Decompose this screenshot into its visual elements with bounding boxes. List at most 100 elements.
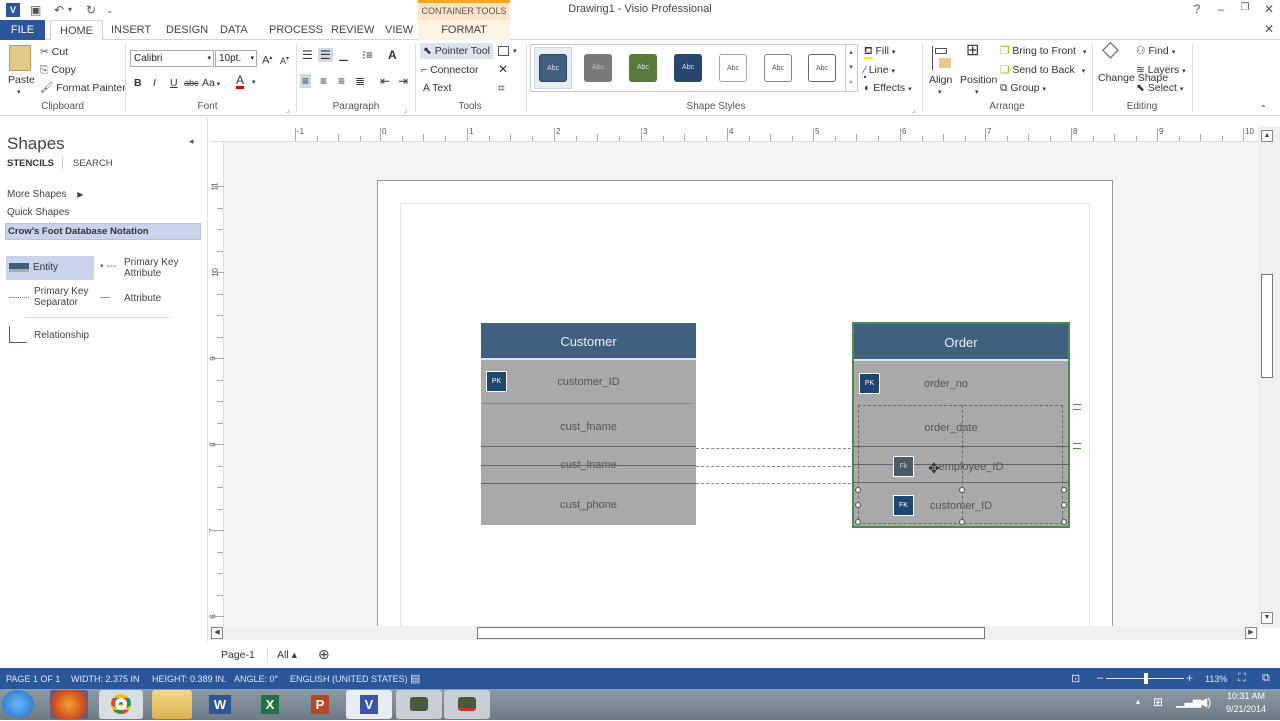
position-dropdown-icon[interactable]: ▾ xyxy=(975,86,979,100)
attribute[interactable]: order_date xyxy=(834,422,1068,434)
rectangle-tool-button[interactable] xyxy=(498,46,509,56)
zoom-slider-thumb[interactable] xyxy=(1144,673,1148,684)
pk-separator[interactable] xyxy=(483,403,692,404)
presentation-mode-icon[interactable]: ⊡ xyxy=(1071,672,1080,685)
increase-indent-button[interactable]: ⇥ xyxy=(398,74,408,88)
add-page-icon[interactable]: ⊕ xyxy=(318,646,330,663)
align-button[interactable]: Align xyxy=(929,73,952,87)
taskbar-visio[interactable]: V xyxy=(346,690,392,719)
taskbar-powerpoint[interactable]: P xyxy=(300,690,340,719)
scroll-up-button[interactable]: ▲ xyxy=(1261,130,1273,142)
paste-button[interactable]: Paste xyxy=(8,73,35,87)
start-button[interactable] xyxy=(2,690,34,718)
volume-icon[interactable]: ◀) xyxy=(1198,695,1211,709)
entity-title[interactable]: Order xyxy=(854,324,1068,361)
italic-button[interactable]: I xyxy=(153,76,156,90)
tab-search[interactable]: SEARCH xyxy=(73,158,113,169)
line-button[interactable]: ⁄ Line ▾ xyxy=(864,63,895,79)
fk-attribute[interactable]: customer_ID xyxy=(854,500,1068,512)
align-bottom-button[interactable]: ⚊ xyxy=(338,50,349,64)
status-height[interactable]: HEIGHT: 0.389 IN. xyxy=(152,674,227,684)
tab-view[interactable]: VIEW xyxy=(376,20,422,40)
entity-title[interactable]: Customer xyxy=(481,323,696,360)
font-color-button[interactable]: A xyxy=(236,74,245,89)
drawing-canvas[interactable]: Customer PK customer_ID cust_fname cust_… xyxy=(224,142,1258,628)
taskbar-excel[interactable]: X xyxy=(250,690,290,719)
cut-button[interactable]: ✂ Cut xyxy=(40,45,68,59)
pk-attribute[interactable]: customer_ID xyxy=(481,376,696,388)
switch-windows-icon[interactable]: ⧉ xyxy=(1262,672,1270,685)
align-middle-button[interactable]: ☰ xyxy=(318,48,333,62)
attribute[interactable]: cust_fname xyxy=(481,421,696,433)
connection-point-icon[interactable]: ✕ xyxy=(498,62,508,76)
tab-home[interactable]: HOME xyxy=(50,20,103,41)
text-direction-button[interactable]: A xyxy=(388,48,397,62)
grow-font-button[interactable]: A▴ xyxy=(262,51,272,68)
quick-shapes-item[interactable]: Quick Shapes xyxy=(7,207,69,218)
vertical-scrollbar[interactable]: ▲ ▼ xyxy=(1258,126,1280,628)
restore-button[interactable]: ❐ xyxy=(1234,2,1256,13)
collapse-pane-icon[interactable]: ◂ xyxy=(189,136,194,147)
taskbar-chrome[interactable] xyxy=(99,690,143,719)
stencil-crows-foot[interactable]: Crow's Foot Database Notation xyxy=(5,223,201,240)
connector-button[interactable]: ⌐ Connector xyxy=(421,63,479,77)
horizontal-scrollbar[interactable]: ◀ ▶ xyxy=(210,626,1258,640)
shape-style-swatch[interactable]: Abc xyxy=(764,54,792,82)
minimize-button[interactable]: – xyxy=(1210,2,1232,16)
master-primary-key-separator[interactable]: Primary Key Separator xyxy=(34,286,94,308)
taskbar-firefox[interactable] xyxy=(50,690,88,719)
clock-date[interactable]: 9/21/2014 xyxy=(1218,704,1274,714)
decrease-indent-button[interactable]: ⇤ xyxy=(380,74,390,88)
bring-to-front-button[interactable]: ❐ Bring to Front ▾ xyxy=(1000,44,1086,60)
tab-stencils[interactable]: STENCILS xyxy=(7,158,54,169)
vertical-scroll-thumb[interactable] xyxy=(1261,274,1273,378)
underline-button[interactable]: U xyxy=(170,76,178,90)
master-entity[interactable]: Entity xyxy=(6,256,94,280)
shape-style-swatch[interactable]: Abc xyxy=(629,54,657,82)
rectangle-dropdown-icon[interactable]: ▾ xyxy=(513,45,517,59)
close-button[interactable]: ✕ xyxy=(1258,2,1280,16)
status-language[interactable]: ENGLISH (UNITED STATES) xyxy=(290,674,408,684)
align-right-button[interactable]: ≡ xyxy=(338,74,345,88)
strikethrough-button[interactable]: abc xyxy=(184,76,199,90)
font-size-combo[interactable]: 10pt. ▾ xyxy=(215,50,257,67)
font-name-combo[interactable]: Calibri ▾ xyxy=(130,50,214,67)
master-relationship[interactable]: Relationship xyxy=(34,330,89,341)
resize-handle[interactable] xyxy=(855,519,861,525)
change-shape-button[interactable]: Change Shape xyxy=(1098,72,1168,84)
collapse-ribbon-icon[interactable]: ⌃ xyxy=(1260,102,1267,116)
scroll-right-button[interactable]: ▶ xyxy=(1245,627,1257,639)
align-dropdown-icon[interactable]: ▾ xyxy=(938,86,942,100)
all-pages-button[interactable]: All ▴ xyxy=(277,649,297,661)
format-painter-button[interactable]: 🖌 Format Painter xyxy=(40,81,126,95)
attribute[interactable]: cust_phone xyxy=(481,499,696,511)
resize-handle[interactable] xyxy=(1061,487,1067,493)
align-left-button[interactable]: ≡ xyxy=(300,74,312,88)
crop-tool-icon[interactable]: ⌗ xyxy=(498,81,505,95)
dialog-launcher-icon[interactable]: ⌟ xyxy=(286,104,289,118)
resize-handle[interactable] xyxy=(855,502,861,508)
shape-style-swatch[interactable]: Abc xyxy=(808,54,836,82)
zoom-level[interactable]: 113% xyxy=(1205,674,1227,684)
master-primary-key-attribute[interactable]: Primary Key Attribute xyxy=(124,257,194,279)
help-button[interactable]: ? xyxy=(1186,2,1208,16)
font-color-dropdown-icon[interactable]: ▾ xyxy=(252,76,256,90)
tab-design[interactable]: DESIGN xyxy=(157,20,217,40)
tab-file[interactable]: FILE xyxy=(0,20,45,40)
scroll-left-button[interactable]: ◀ xyxy=(211,627,223,639)
macro-record-icon[interactable]: ▤ xyxy=(410,672,420,685)
position-button[interactable]: Position xyxy=(960,73,997,87)
tab-insert[interactable]: INSERT xyxy=(102,20,160,40)
resize-handle[interactable] xyxy=(959,487,965,493)
vertical-ruler[interactable]: 11109876 xyxy=(209,142,224,682)
zoom-out-button[interactable]: – xyxy=(1097,672,1103,684)
status-width[interactable]: WIDTH: 2.375 IN xyxy=(71,674,140,684)
tab-data[interactable]: DATA xyxy=(211,20,257,40)
layers-button[interactable]: ≋ Layers ▾ xyxy=(1136,63,1186,79)
bold-button[interactable]: B xyxy=(134,76,142,90)
text-tool-button[interactable]: A Text xyxy=(423,81,451,95)
page-tab-page-1[interactable]: Page-1 xyxy=(221,649,255,661)
resize-handle[interactable] xyxy=(1061,519,1067,525)
paste-dropdown-icon[interactable]: ▾ xyxy=(17,86,21,100)
taskbar-app[interactable] xyxy=(396,690,442,719)
